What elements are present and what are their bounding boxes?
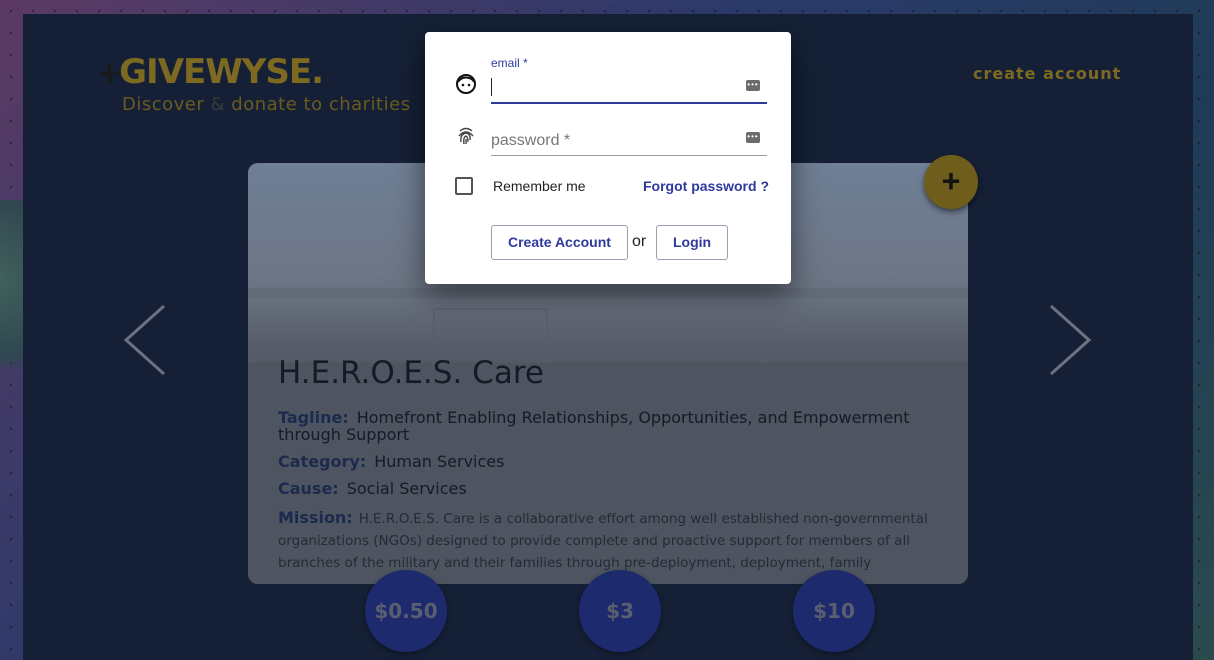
charity-tagline: Tagline: Homefront Enabling Relationships… <box>278 409 938 443</box>
forgot-password-link[interactable]: Forgot password ? <box>643 178 769 194</box>
charity-cause: Cause: Social Services <box>278 480 938 497</box>
create-account-button[interactable]: Create Account <box>491 225 628 260</box>
plus-icon: + <box>941 163 961 199</box>
charity-category: Category: Human Services <box>278 453 938 470</box>
password-field[interactable] <box>491 126 767 156</box>
email-label: email * <box>491 56 528 70</box>
mission-label: Mission: <box>278 508 353 527</box>
charity-mission: Mission: H.E.R.O.E.S. Care is a collabora… <box>278 507 938 574</box>
tagline-ampersand: & <box>210 94 226 115</box>
prev-arrow-icon[interactable] <box>120 300 170 380</box>
charity-details: H.E.R.O.E.S. Care Tagline: Homefront Enab… <box>278 355 938 574</box>
password-manager-icon[interactable]: ••• <box>746 132 760 143</box>
tagline-value: Homefront Enabling Relationships, Opport… <box>278 408 910 444</box>
charity-name: H.E.R.O.E.S. Care <box>278 355 544 391</box>
cause-label: Cause: <box>278 479 339 498</box>
mission-value: H.E.R.O.E.S. Care is a collaborative eff… <box>278 511 928 571</box>
add-charity-button[interactable]: + <box>924 155 978 209</box>
tagline-part1: Discover <box>122 94 205 115</box>
or-separator: or <box>632 233 647 250</box>
remember-me-label[interactable]: Remember me <box>493 178 586 194</box>
donate-amount-button[interactable]: $3 <box>579 570 661 652</box>
login-button[interactable]: Login <box>656 225 729 260</box>
create-account-link[interactable]: create account <box>973 64 1121 83</box>
donate-amount-button[interactable]: $10 <box>793 570 875 652</box>
site-tagline: Discover & donate to charities <box>122 94 411 115</box>
next-arrow-icon[interactable] <box>1045 300 1095 380</box>
face-icon <box>455 73 477 95</box>
cause-value: Social Services <box>346 479 467 498</box>
remember-me-checkbox[interactable] <box>455 177 473 195</box>
givewyse-logo[interactable]: +GIVEWYSE. <box>97 52 324 92</box>
category-value: Human Services <box>374 452 505 471</box>
login-dialog: email * ••• ••• Remember me Forgot passw… <box>425 32 791 284</box>
fingerprint-icon <box>455 125 477 147</box>
logo-plus-mark: + <box>97 56 122 91</box>
email-field[interactable] <box>491 74 767 104</box>
logo-dot: . <box>311 52 324 92</box>
tagline-part2: donate to charities <box>231 94 411 115</box>
password-manager-icon[interactable]: ••• <box>746 80 760 91</box>
donate-amount-button[interactable]: $0.50 <box>365 570 447 652</box>
text-caret <box>491 78 492 96</box>
photo-roofline <box>248 288 968 298</box>
category-label: Category: <box>278 452 367 471</box>
logo-text: GIVEWYSE <box>119 52 312 92</box>
